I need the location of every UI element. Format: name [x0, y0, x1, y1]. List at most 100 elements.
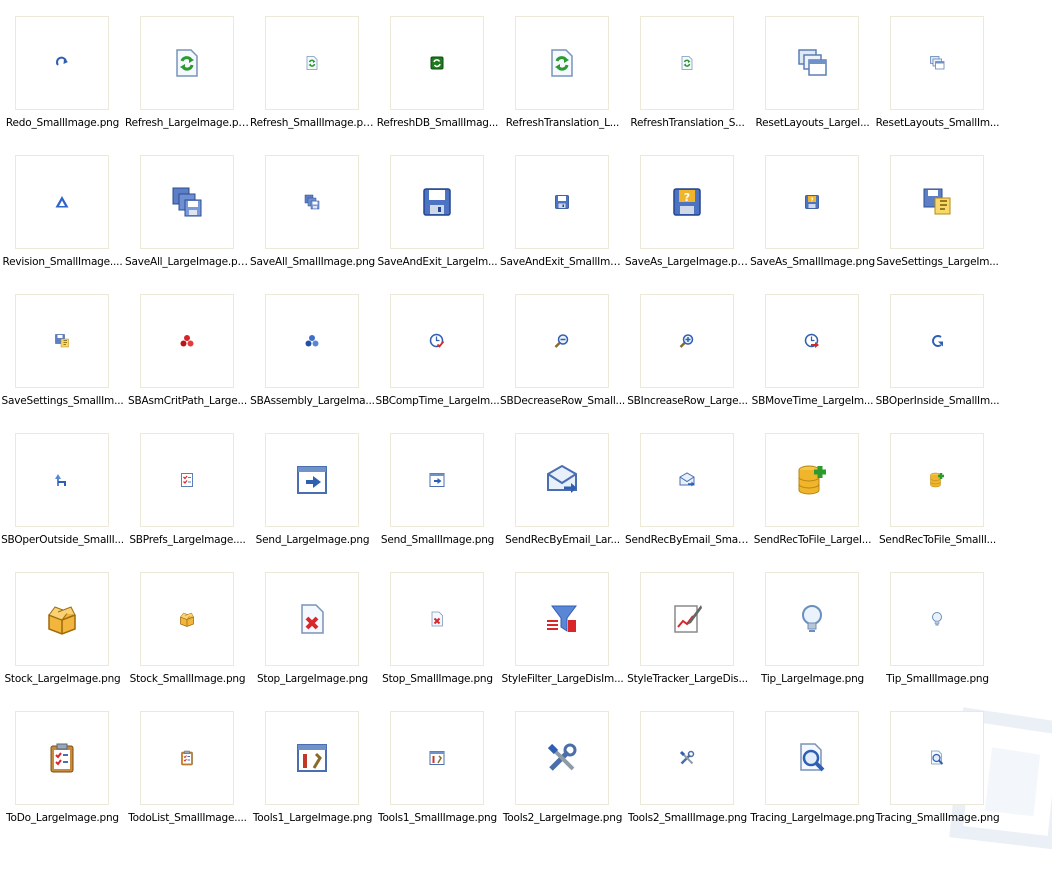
thumbnail-item[interactable]: ? SaveAs_LargeImage.png — [625, 139, 750, 278]
thumbnail-frame[interactable] — [265, 433, 359, 527]
thumbnail-item[interactable]: RefreshDB_SmallImag... — [375, 0, 500, 139]
thumbnail-item[interactable]: Tools1_LargeImage.png — [250, 695, 375, 834]
thumbnail-frame[interactable] — [515, 155, 609, 249]
thumbnail-item[interactable]: Refresh_SmallImage.png — [250, 0, 375, 139]
thumbnail-filename: Tip_SmallImage.png — [886, 673, 989, 685]
thumbnail-frame[interactable] — [890, 16, 984, 110]
thumbnail-item[interactable]: SBAssembly_LargeIma... — [250, 278, 375, 417]
thumbnail-frame[interactable] — [640, 433, 734, 527]
thumbnail-item[interactable]: Revision_SmallImage.... — [0, 139, 125, 278]
thumbnail-item[interactable]: SaveAll_LargeImage.png — [125, 139, 250, 278]
thumbnail-frame[interactable]: ? — [765, 155, 859, 249]
thumbnail-frame[interactable] — [265, 16, 359, 110]
thumbnail-item[interactable]: SaveAndExit_SmallIma... — [500, 139, 625, 278]
thumbnail-item[interactable]: SaveAndExit_LargeIm... — [375, 139, 500, 278]
thumbnail-frame[interactable] — [640, 16, 734, 110]
thumbnail-item[interactable]: RefreshTranslation_L... — [500, 0, 625, 139]
thumbnail-item[interactable]: Send_LargeImage.png — [250, 417, 375, 556]
thumbnail-frame[interactable] — [890, 155, 984, 249]
thumbnail-frame[interactable] — [15, 572, 109, 666]
thumbnail-item[interactable]: SBMoveTime_LargeIm... — [750, 278, 875, 417]
thumbnail-frame[interactable] — [890, 711, 984, 805]
thumbnail-item[interactable]: Send_SmallImage.png — [375, 417, 500, 556]
thumbnail-item[interactable]: SBOperOutside_SmallI... — [0, 417, 125, 556]
thumbnail-frame[interactable] — [890, 294, 984, 388]
thumbnail-frame[interactable] — [640, 572, 734, 666]
thumbnail-item[interactable]: Tools2_SmallImage.png — [625, 695, 750, 834]
thumbnail-frame[interactable] — [515, 433, 609, 527]
thumbnail-frame[interactable] — [390, 572, 484, 666]
thumbnail-item[interactable]: SBCompTime_LargeIm... — [375, 278, 500, 417]
assembly-red-icon — [179, 333, 195, 349]
thumbnail-frame[interactable] — [890, 433, 984, 527]
thumbnail-frame[interactable] — [140, 155, 234, 249]
thumbnail-frame[interactable] — [140, 16, 234, 110]
thumbnail-filename: SBDecreaseRow_Small... — [500, 395, 625, 407]
thumbnail-item[interactable]: Tools2_LargeImage.png — [500, 695, 625, 834]
thumbnail-frame[interactable] — [265, 711, 359, 805]
thumbnail-item[interactable]: Refresh_LargeImage.png — [125, 0, 250, 139]
thumbnail-frame[interactable] — [140, 711, 234, 805]
thumbnail-frame[interactable] — [765, 294, 859, 388]
thumbnail-frame[interactable] — [765, 572, 859, 666]
thumbnail-item[interactable]: SBOperInside_SmallIm... — [875, 278, 1000, 417]
thumbnail-item[interactable]: SendRecToFile_SmallI... — [875, 417, 1000, 556]
thumbnail-frame[interactable] — [390, 711, 484, 805]
thumbnail-item[interactable]: Stop_SmallImage.png — [375, 556, 500, 695]
thumbnail-frame[interactable] — [765, 16, 859, 110]
thumbnail-item[interactable]: Stock_LargeImage.png — [0, 556, 125, 695]
thumbnail-frame[interactable] — [265, 155, 359, 249]
thumbnail-frame[interactable] — [515, 572, 609, 666]
thumbnail-frame[interactable] — [15, 16, 109, 110]
thumbnail-item[interactable]: SBDecreaseRow_Small... — [500, 278, 625, 417]
thumbnail-item[interactable]: Tip_LargeImage.png — [750, 556, 875, 695]
thumbnail-item[interactable]: Redo_SmallImage.png — [0, 0, 125, 139]
thumbnail-frame[interactable] — [15, 294, 109, 388]
thumbnail-item[interactable]: StyleFilter_LargeDisIm... — [500, 556, 625, 695]
thumbnail-item[interactable]: SendRecToFile_LargeI... — [750, 417, 875, 556]
thumbnail-frame[interactable] — [390, 294, 484, 388]
thumbnail-frame[interactable] — [15, 711, 109, 805]
thumbnail-item[interactable]: ? SaveAs_SmallImage.png — [750, 139, 875, 278]
thumbnail-filename: SBPrefs_LargeImage.... — [129, 534, 246, 546]
thumbnail-item[interactable]: TodoList_SmallImage.... — [125, 695, 250, 834]
thumbnail-item[interactable]: StyleTracker_LargeDis... — [625, 556, 750, 695]
thumbnail-frame[interactable] — [140, 294, 234, 388]
thumbnail-item[interactable]: SaveSettings_LargeIm... — [875, 139, 1000, 278]
thumbnail-frame[interactable] — [640, 711, 734, 805]
thumbnail-item[interactable]: SendRecByEmail_Lar... — [500, 417, 625, 556]
thumbnail-frame[interactable] — [515, 16, 609, 110]
thumbnail-item[interactable]: SaveSettings_SmallIm... — [0, 278, 125, 417]
thumbnail-item[interactable]: ToDo_LargeImage.png — [0, 695, 125, 834]
thumbnail-frame[interactable] — [640, 294, 734, 388]
thumbnail-item[interactable]: RefreshTranslation_S... — [625, 0, 750, 139]
thumbnail-item[interactable]: Tracing_LargeImage.png — [750, 695, 875, 834]
thumbnail-item[interactable]: SBPrefs_LargeImage.... — [125, 417, 250, 556]
thumbnail-frame[interactable] — [890, 572, 984, 666]
thumbnail-frame[interactable] — [390, 433, 484, 527]
thumbnail-frame[interactable] — [140, 572, 234, 666]
thumbnail-item[interactable]: ResetLayouts_LargeI... — [750, 0, 875, 139]
thumbnail-item[interactable]: Tip_SmallImage.png — [875, 556, 1000, 695]
thumbnail-item[interactable]: Tools1_SmallImage.png — [375, 695, 500, 834]
thumbnail-frame[interactable] — [515, 711, 609, 805]
thumbnail-frame[interactable] — [15, 155, 109, 249]
thumbnail-frame[interactable]: ? — [640, 155, 734, 249]
thumbnail-frame[interactable] — [515, 294, 609, 388]
thumbnail-item[interactable]: SBAsmCritPath_Large... — [125, 278, 250, 417]
thumbnail-item[interactable]: Stock_SmallImage.png — [125, 556, 250, 695]
thumbnail-frame[interactable] — [265, 572, 359, 666]
thumbnail-item[interactable]: SaveAll_SmallImage.png — [250, 139, 375, 278]
thumbnail-item[interactable]: ResetLayouts_SmallIm... — [875, 0, 1000, 139]
thumbnail-item[interactable]: SendRecByEmail_Small... — [625, 417, 750, 556]
thumbnail-frame[interactable] — [265, 294, 359, 388]
thumbnail-item[interactable]: Tracing_SmallImage.png — [875, 695, 1000, 834]
thumbnail-item[interactable]: SBIncreaseRow_Large... — [625, 278, 750, 417]
thumbnail-frame[interactable] — [390, 155, 484, 249]
thumbnail-frame[interactable] — [765, 433, 859, 527]
thumbnail-item[interactable]: Stop_LargeImage.png — [250, 556, 375, 695]
thumbnail-frame[interactable] — [765, 711, 859, 805]
thumbnail-frame[interactable] — [15, 433, 109, 527]
thumbnail-frame[interactable] — [140, 433, 234, 527]
thumbnail-frame[interactable] — [390, 16, 484, 110]
